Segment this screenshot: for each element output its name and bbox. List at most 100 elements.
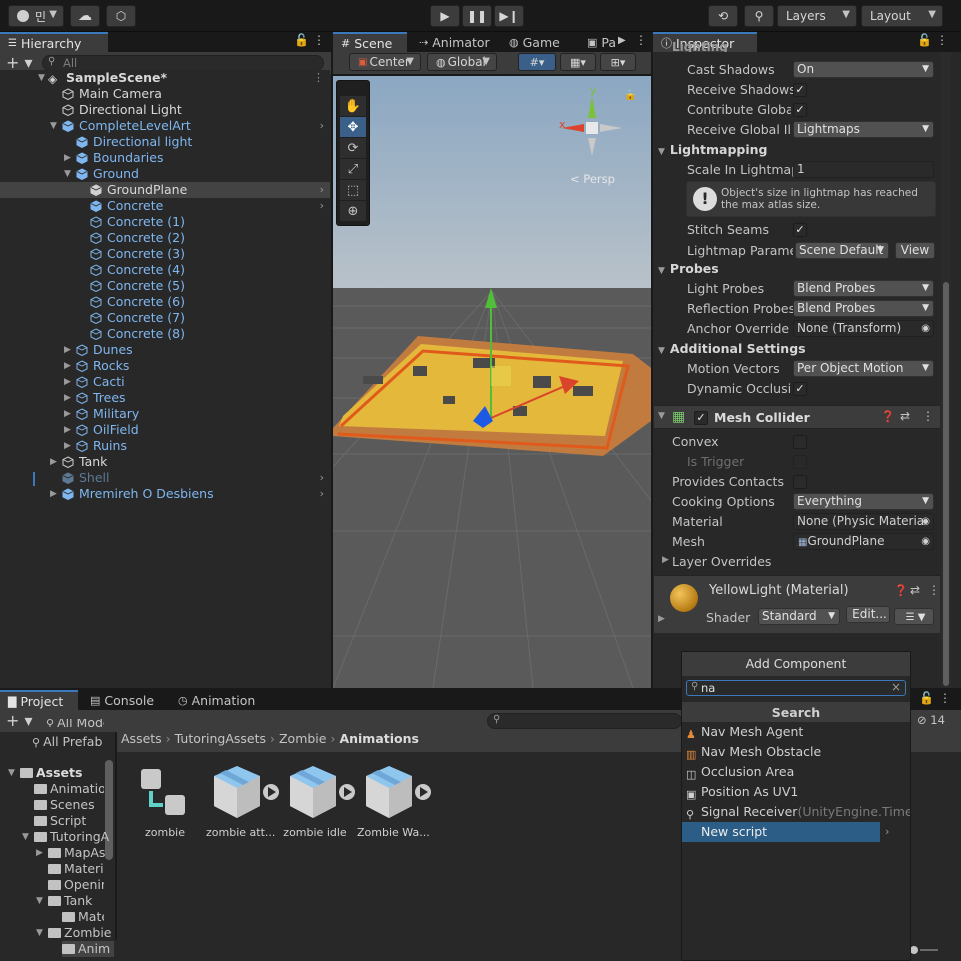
project-tree-item[interactable]: Script: [34, 813, 104, 829]
edit-shader-button[interactable]: Edit...: [846, 606, 890, 623]
pause-button[interactable]: ❚❚: [462, 5, 492, 27]
lightmap-params-dropdown[interactable]: Scene Default ▼: [795, 242, 889, 259]
hierarchy-row[interactable]: Concrete (6): [0, 294, 330, 310]
component-item-signal-receiver[interactable]: ⚲ Signal Receiver(UnityEngine.Timeline: [682, 802, 910, 822]
persp-label[interactable]: < Persp: [570, 172, 615, 186]
convex-checkbox[interactable]: [793, 435, 807, 449]
animation-clip-asset[interactable]: [362, 762, 432, 822]
contribute-gi-checkbox[interactable]: ✓: [793, 103, 807, 117]
hierarchy-row[interactable]: Concrete (5): [0, 278, 330, 294]
scrollbar-thumb[interactable]: [943, 282, 949, 686]
kebab-menu-icon[interactable]: ⋮: [922, 409, 934, 423]
expand-arrow-icon[interactable]: ▼: [36, 893, 43, 909]
component-item-position-as-uv1[interactable]: ▣ Position As UV1: [682, 782, 910, 802]
chevron-right-icon[interactable]: ›: [320, 470, 324, 486]
layout-dropdown[interactable]: Layout ▼: [861, 5, 943, 27]
breadcrumb-item[interactable]: Assets: [121, 731, 162, 746]
hierarchy-row[interactable]: Directional Light: [0, 102, 330, 118]
project-tree-item[interactable]: ▶ MapAs: [36, 845, 105, 861]
stitch-seams-checkbox[interactable]: ✓: [793, 223, 807, 237]
hierarchy-row[interactable]: Shell ›: [0, 470, 330, 486]
hierarchy-row[interactable]: ▶ OilField: [0, 422, 330, 438]
reflection-probes-dropdown[interactable]: Blend Probes ▼: [793, 300, 934, 317]
search-button[interactable]: ⚲: [744, 5, 774, 27]
hierarchy-row[interactable]: Main Camera: [0, 86, 330, 102]
hidden-packages-indicator[interactable]: ⊘ 14: [917, 713, 945, 727]
collapse-arrow-icon[interactable]: ▶: [64, 406, 71, 422]
account-dropdown[interactable]: 민 ▼: [8, 5, 64, 27]
hierarchy-row[interactable]: ▶ Rocks: [0, 358, 330, 374]
project-search[interactable]: ⚲: [487, 713, 682, 729]
hierarchy-row[interactable]: ▶ Boundaries: [0, 150, 330, 166]
help-icon[interactable]: ❓: [894, 584, 908, 597]
view-button[interactable]: View: [895, 242, 935, 259]
hierarchy-row[interactable]: Directional light: [0, 134, 330, 150]
kebab-menu-icon[interactable]: ⋮: [939, 691, 951, 705]
lock-icon[interactable]: 🔒: [624, 90, 636, 101]
hierarchy-row[interactable]: ▼ CompleteLevelArt ›: [0, 118, 330, 134]
chevron-right-icon[interactable]: ›: [320, 198, 324, 214]
add-icon[interactable]: + ▾: [6, 711, 33, 730]
zoom-slider-track[interactable]: [920, 949, 938, 951]
help-icon[interactable]: ❓: [881, 410, 895, 423]
hierarchy-row[interactable]: ▶ Tank: [0, 454, 330, 470]
orientation-gizmo[interactable]: y x: [552, 84, 632, 159]
mesh-collider-enabled-checkbox[interactable]: ✓: [694, 411, 708, 425]
shader-options-dropdown[interactable]: ☰ ▼: [894, 608, 934, 625]
hand-tool[interactable]: ✋: [340, 96, 366, 116]
lock-icon[interactable]: 🔓: [919, 691, 934, 705]
breadcrumb-item[interactable]: Zombie: [279, 731, 327, 746]
project-tree-item[interactable]: ⚲All Models: [46, 719, 104, 727]
snap-toggle[interactable]: #▾: [518, 53, 556, 71]
collapse-arrow-icon[interactable]: ▶: [64, 390, 71, 406]
hierarchy-row[interactable]: ▶ Cacti: [0, 374, 330, 390]
object-picker-icon[interactable]: ◉: [921, 514, 930, 529]
tab-scene[interactable]: # Scene: [333, 32, 407, 52]
kebab-menu-icon[interactable]: ⋮: [313, 70, 324, 86]
tab-animation[interactable]: ◷ Animation: [170, 690, 263, 710]
kebab-menu-icon[interactable]: ⋮: [635, 33, 647, 47]
undo-history-button[interactable]: ⟲: [708, 5, 738, 27]
collapse-arrow-icon[interactable]: ▶: [50, 486, 57, 502]
increment-snap-toggle[interactable]: ⊞▾: [600, 53, 636, 71]
hierarchy-row[interactable]: Concrete (8): [0, 326, 330, 342]
chevron-right-icon[interactable]: ›: [320, 118, 324, 134]
additional-settings-section[interactable]: ▼ Additional Settings: [658, 341, 806, 356]
pivot-dropdown[interactable]: ▣ Center ▼: [349, 53, 421, 71]
hierarchy-row[interactable]: Concrete ›: [0, 198, 330, 214]
cloud-button[interactable]: ☁: [70, 5, 100, 27]
hierarchy-row[interactable]: Concrete (4): [0, 262, 330, 278]
object-picker-icon[interactable]: ◉: [921, 534, 930, 549]
kebab-menu-icon[interactable]: ⋮: [313, 33, 325, 47]
component-item-nav-mesh-obstacle[interactable]: ▥ Nav Mesh Obstacle: [682, 742, 910, 762]
project-tree-item[interactable]: ▼ Assets: [8, 765, 104, 781]
splitter[interactable]: [115, 732, 117, 961]
move-tool[interactable]: ✥: [340, 117, 366, 137]
project-tree-item[interactable]: ▼ Zombie: [36, 925, 112, 941]
scene-row[interactable]: ▼ ◈ SampleScene* ⋮: [0, 70, 330, 86]
project-tree-item[interactable]: ⚲ All Prefab: [32, 734, 104, 750]
layers-dropdown[interactable]: Layers ▼: [777, 5, 857, 27]
lock-icon[interactable]: 🔓: [294, 33, 309, 47]
rect-tool[interactable]: ⬚: [340, 180, 366, 200]
collab-button[interactable]: ⬡: [106, 5, 136, 27]
expand-arrow-icon[interactable]: ▼: [22, 829, 29, 845]
project-tree-item[interactable]: Materi: [48, 861, 104, 877]
collapse-arrow-icon[interactable]: ▶: [64, 150, 71, 166]
provides-contacts-checkbox[interactable]: [793, 475, 807, 489]
hierarchy-row[interactable]: Concrete (2): [0, 230, 330, 246]
project-tree-item[interactable]: Scenes: [34, 797, 104, 813]
grid-toggle[interactable]: ▦▾: [560, 53, 596, 71]
hierarchy-row[interactable]: GroundPlane ›: [0, 182, 330, 198]
project-tree-item[interactable]: Anim: [62, 941, 114, 957]
collapse-arrow-icon[interactable]: ▶: [64, 358, 71, 374]
dynamic-occlusion-checkbox[interactable]: ✓: [793, 382, 807, 396]
hierarchy-row[interactable]: ▶ Military: [0, 406, 330, 422]
receive-shadows-checkbox[interactable]: ✓: [793, 83, 807, 97]
zoom-slider-handle[interactable]: [910, 946, 918, 954]
hierarchy-search[interactable]: ⚲ All: [42, 55, 324, 71]
mesh-collider-header[interactable]: ▼ ▦ ✓ Mesh Collider ❓ ⇄ ⋮: [654, 405, 940, 429]
animation-clip-asset[interactable]: [286, 762, 356, 822]
kebab-menu-icon[interactable]: ⋮: [928, 583, 940, 597]
tree-scrollbar-thumb[interactable]: [105, 760, 113, 860]
